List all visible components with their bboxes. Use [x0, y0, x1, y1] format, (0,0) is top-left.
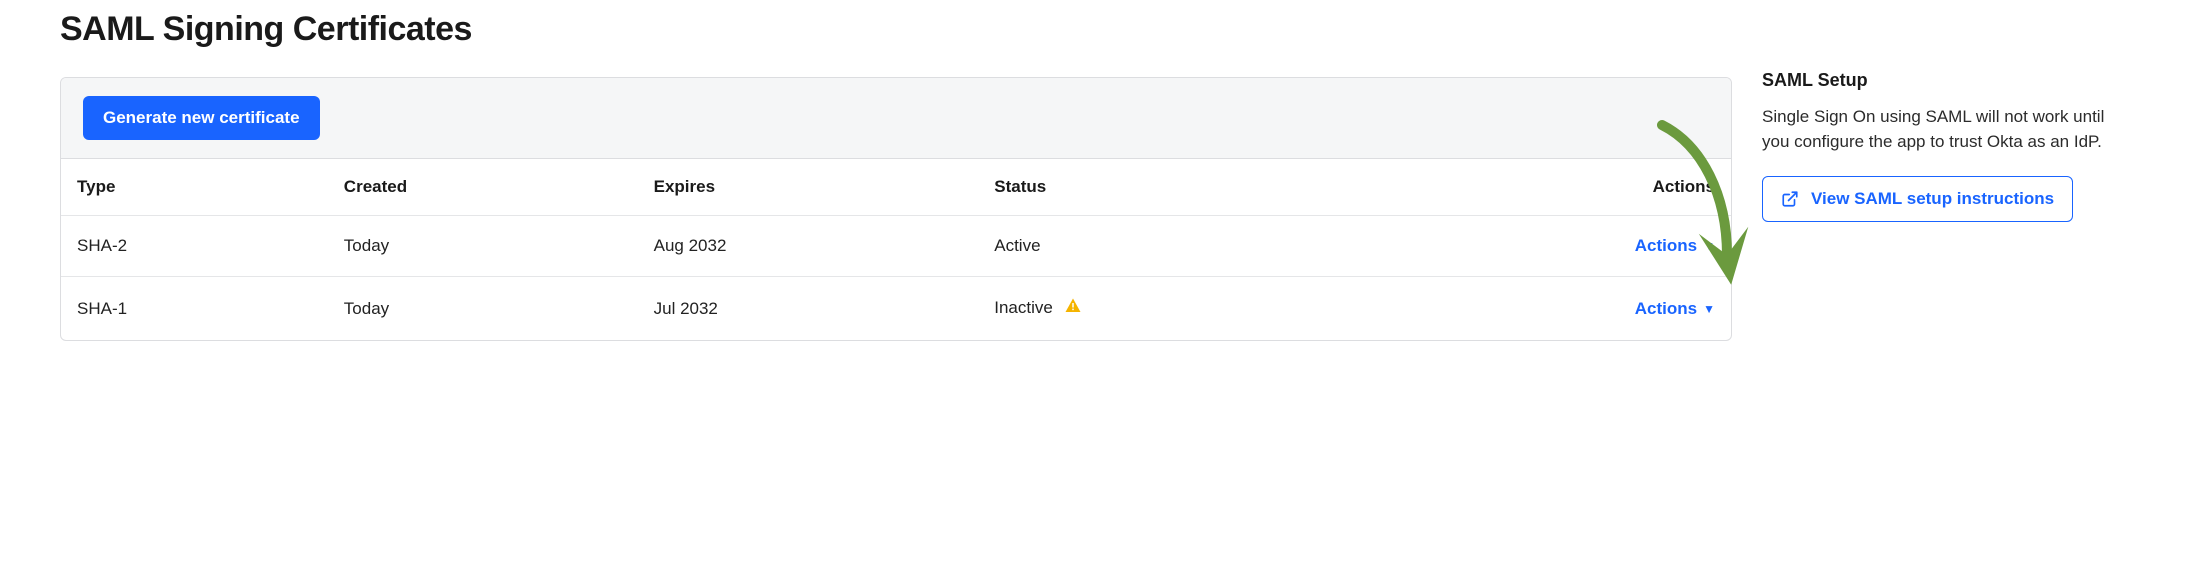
actions-label: Actions — [1635, 299, 1697, 319]
cell-expires: Aug 2032 — [638, 216, 979, 277]
sidebar-title: SAML Setup — [1762, 70, 2132, 91]
table-row: SHA-1 Today Jul 2032 Inactive — [61, 277, 1731, 341]
chevron-down-icon: ▼ — [1703, 302, 1715, 316]
col-created: Created — [328, 159, 638, 216]
cell-status: Inactive — [978, 277, 1366, 341]
saml-setup-sidebar: SAML Setup Single Sign On using SAML wil… — [1762, 10, 2132, 222]
warning-icon — [1064, 297, 1082, 320]
col-actions: Actions — [1366, 159, 1731, 216]
certificates-panel-header: Generate new certificate — [61, 78, 1731, 159]
cell-type: SHA-2 — [61, 216, 328, 277]
row-actions-dropdown[interactable]: Actions ▼ — [1635, 236, 1715, 256]
cell-created: Today — [328, 216, 638, 277]
col-status: Status — [978, 159, 1366, 216]
cell-type: SHA-1 — [61, 277, 328, 341]
cell-status: Active — [978, 216, 1366, 277]
table-header-row: Type Created Expires Status Actions — [61, 159, 1731, 216]
chevron-down-icon: ▼ — [1703, 239, 1715, 253]
col-expires: Expires — [638, 159, 979, 216]
generate-new-certificate-button[interactable]: Generate new certificate — [83, 96, 320, 140]
certificates-table: Type Created Expires Status Actions SHA-… — [61, 159, 1731, 340]
table-row: SHA-2 Today Aug 2032 Active Actions ▼ — [61, 216, 1731, 277]
status-text: Inactive — [994, 298, 1053, 317]
external-link-icon — [1781, 190, 1799, 208]
view-instructions-label: View SAML setup instructions — [1811, 189, 2054, 209]
certificates-panel: Generate new certificate Type Created Ex… — [60, 77, 1732, 341]
status-text: Active — [994, 236, 1040, 255]
view-saml-setup-instructions-button[interactable]: View SAML setup instructions — [1762, 176, 2073, 222]
actions-label: Actions — [1635, 236, 1697, 256]
row-actions-dropdown[interactable]: Actions ▼ — [1635, 299, 1715, 319]
cell-expires: Jul 2032 — [638, 277, 979, 341]
col-type: Type — [61, 159, 328, 216]
sidebar-description: Single Sign On using SAML will not work … — [1762, 105, 2132, 154]
cell-created: Today — [328, 277, 638, 341]
page-title: SAML Signing Certificates — [60, 10, 1732, 49]
